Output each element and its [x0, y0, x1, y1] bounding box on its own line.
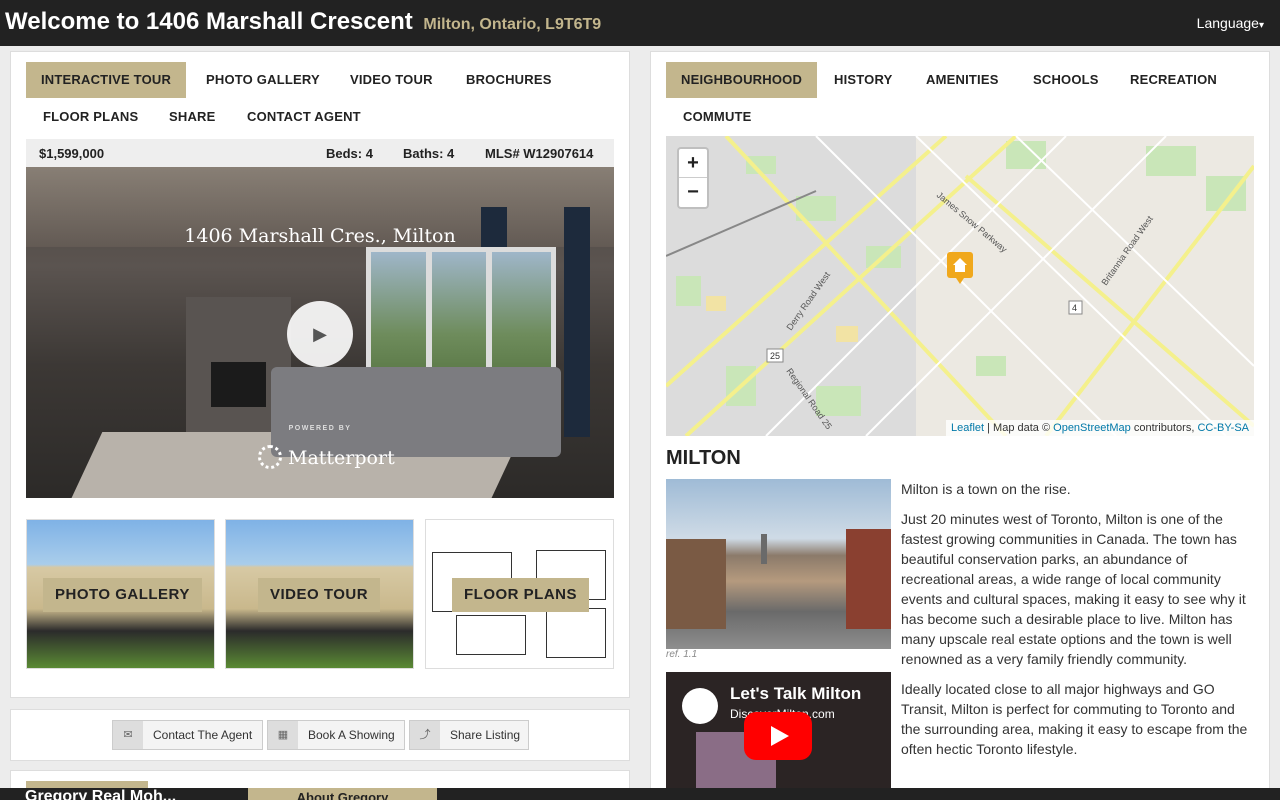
zoom-in-button[interactable]: +	[679, 149, 707, 178]
matterport-tour[interactable]: 1406 Marshall Cres., Milton ▶ POWERED BY…	[26, 167, 614, 498]
tab-schools[interactable]: SCHOOLS	[1018, 62, 1114, 98]
thumb-floor-plans-label[interactable]: FLOOR PLANS	[452, 578, 589, 612]
attribution-text: | Map data ©	[984, 422, 1054, 434]
language-dropdown[interactable]: Language▾	[1197, 15, 1264, 31]
section-title: MILTON	[666, 447, 741, 469]
map-zoom-control: + −	[677, 147, 709, 209]
envelope-icon: ✉	[113, 721, 143, 749]
matterport-logo: Matterport	[258, 445, 395, 469]
map-attribution: Leaflet | Map data © OpenStreetMap contr…	[946, 420, 1254, 436]
floorplan-room	[456, 615, 526, 655]
listing-price: $1,599,000	[39, 146, 105, 161]
contact-agent-label: Contact The Agent	[153, 728, 253, 742]
agent-footer-bar: Gregory Real Moh... About Gregory	[0, 788, 1280, 800]
map-tiles: James Snow Parkway Britannia Road West D…	[666, 136, 1254, 436]
tab-about-agent[interactable]: About Gregory	[248, 788, 437, 800]
tab-commute[interactable]: COMMUTE	[668, 99, 767, 135]
contact-agent-button[interactable]: ✉ Contact The Agent	[112, 720, 263, 750]
milton-video[interactable]: Let's Talk Milton DiscoverMilton.com	[666, 672, 891, 800]
tab-amenities[interactable]: AMENITIES	[911, 62, 1014, 98]
page-subtitle: Milton, Ontario, L9T6T9	[423, 16, 602, 33]
attribution-contrib: contributors,	[1130, 422, 1198, 434]
road-shield-25: 25	[770, 351, 780, 361]
matterport-logo-icon	[258, 445, 282, 469]
zoom-out-button[interactable]: −	[679, 178, 707, 207]
video-title: Let's Talk Milton	[730, 684, 862, 703]
listing-actions: ✉ Contact The Agent ▦ Book A Showing ⤴ Shar…	[10, 709, 630, 761]
page-title: Welcome to 1406 Marshall Crescent Milton…	[5, 8, 601, 36]
page-title-text: Welcome to 1406 Marshall Crescent	[5, 8, 413, 35]
listing-info-bar: $1,599,000 Beds: 4 Baths: 4 MLS# W129076…	[26, 139, 614, 167]
tab-contact-agent[interactable]: CONTACT AGENT	[232, 99, 376, 135]
paragraph-1: Milton is a town on the rise.	[901, 481, 1071, 497]
share-listing-button[interactable]: ⤴ Share Listing	[409, 720, 529, 750]
calendar-icon: ▦	[268, 721, 298, 749]
thumb-video-tour-label[interactable]: VIDEO TOUR	[258, 578, 381, 612]
osm-link[interactable]: OpenStreetMap	[1053, 422, 1131, 434]
tab-recreation[interactable]: RECREATION	[1115, 62, 1232, 98]
channel-logo	[682, 688, 718, 724]
milton-street-photo	[666, 479, 891, 649]
thumb-photo-gallery[interactable]: PHOTO GALLERY	[26, 519, 215, 669]
thumb-photo-gallery-label[interactable]: PHOTO GALLERY	[43, 578, 202, 612]
license-link[interactable]: CC-BY-SA	[1197, 422, 1249, 434]
paragraph-3: Ideally located close to all major highw…	[901, 681, 1248, 757]
listing-panel: INTERACTIVE TOUR PHOTO GALLERY VIDEO TOU…	[10, 51, 630, 698]
road-label-james-snow: James Snow Parkway	[935, 190, 1010, 255]
tab-history[interactable]: HISTORY	[819, 62, 907, 98]
youtube-play-icon[interactable]	[744, 712, 812, 760]
tab-photo-gallery[interactable]: PHOTO GALLERY	[191, 62, 335, 98]
listing-baths: Baths: 4	[403, 146, 455, 161]
tab-share[interactable]: SHARE	[154, 99, 231, 135]
agent-name: Gregory Real Moh...	[25, 788, 177, 800]
share-icon: ⤴	[410, 721, 440, 749]
tab-brochures[interactable]: BROCHURES	[451, 62, 567, 98]
play-icon[interactable]: ▶	[287, 301, 353, 367]
floorplan-room	[546, 608, 606, 658]
neighbourhood-panel: NEIGHBOURHOOD HISTORY AMENITIES SCHOOLS …	[650, 51, 1270, 800]
road-shield-4: 4	[1072, 303, 1077, 313]
tour-sofa	[271, 367, 561, 457]
home-marker-icon[interactable]	[947, 252, 973, 284]
thumb-floor-plans[interactable]: FLOOR PLANS	[425, 519, 614, 669]
tour-powered-by: POWERED BY	[288, 425, 352, 432]
top-header: Welcome to 1406 Marshall Crescent Milton…	[0, 0, 1280, 46]
tab-neighbourhood[interactable]: NEIGHBOURHOOD	[666, 62, 818, 98]
matterport-brand: Matterport	[288, 447, 395, 469]
listing-beds: Beds: 4	[326, 146, 373, 161]
language-label: Language	[1196, 15, 1259, 31]
share-listing-label: Share Listing	[450, 728, 521, 742]
tab-floor-plans[interactable]: FLOOR PLANS	[28, 99, 153, 135]
tab-interactive-tour[interactable]: INTERACTIVE TOUR	[26, 62, 187, 98]
tab-video-tour[interactable]: VIDEO TOUR	[335, 62, 448, 98]
book-showing-label: Book A Showing	[308, 728, 395, 742]
photo-ref: ref. 1.1	[666, 649, 698, 660]
tour-caption: 1406 Marshall Cres., Milton	[184, 225, 456, 247]
listing-mls: MLS# W12907614	[485, 146, 594, 161]
leaflet-link[interactable]: Leaflet	[951, 422, 984, 434]
neighbourhood-map[interactable]: James Snow Parkway Britannia Road West D…	[666, 136, 1254, 436]
book-showing-button[interactable]: ▦ Book A Showing	[267, 720, 405, 750]
caret-down-icon: ▾	[1258, 20, 1264, 31]
thumb-video-tour[interactable]: VIDEO TOUR	[225, 519, 414, 669]
neighbourhood-description: Milton is a town on the rise. Just 20 mi…	[901, 479, 1251, 769]
paragraph-2: Just 20 minutes west of Toronto, Milton …	[901, 511, 1246, 667]
